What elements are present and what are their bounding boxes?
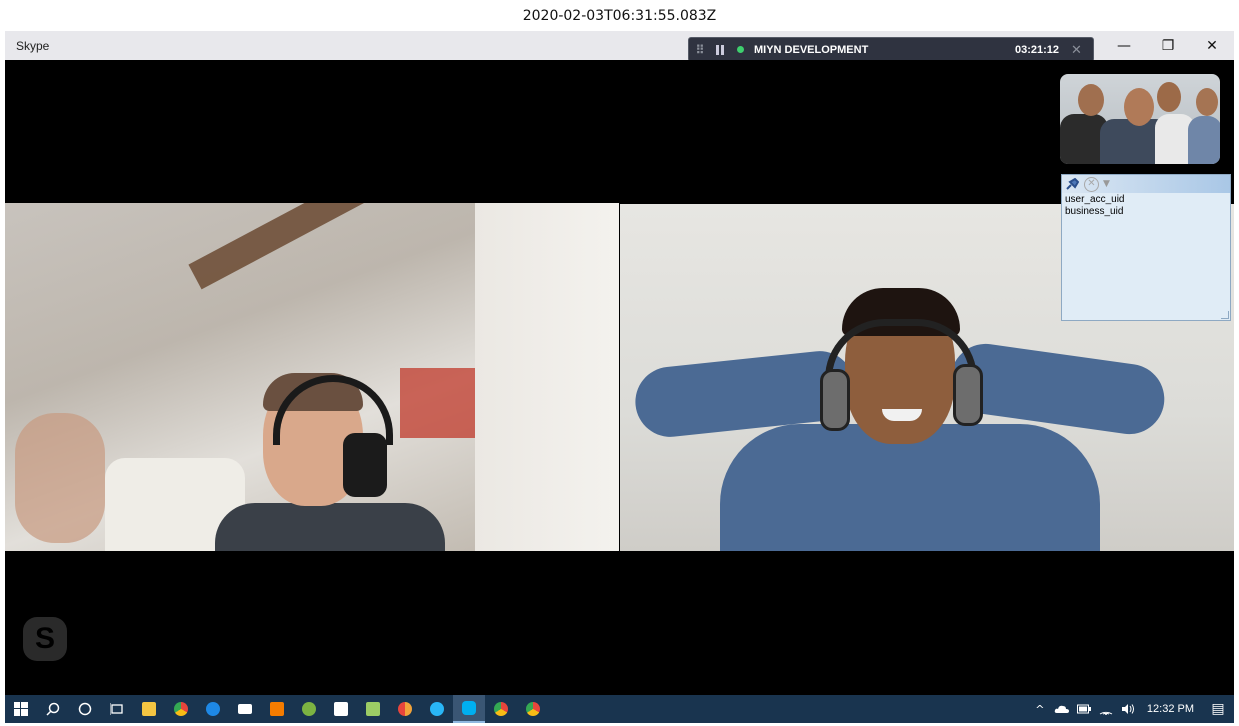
volume-icon[interactable] (1117, 695, 1139, 723)
folder-icon (142, 702, 156, 716)
chevron-down-icon[interactable]: ▼ (1103, 179, 1110, 189)
search-button[interactable] (37, 695, 69, 723)
note-line: business_uid (1065, 206, 1124, 217)
shopping-bag-icon (334, 702, 348, 716)
video-background-curtain (475, 203, 619, 551)
chrome-canary-icon (398, 702, 412, 716)
wifi-icon[interactable] (1095, 695, 1117, 723)
xampp-icon[interactable] (261, 695, 293, 723)
notepad-logo-icon (366, 702, 380, 716)
chrome-logo-icon (526, 702, 540, 716)
call-duration: 03:21:12 (1014, 43, 1059, 56)
cortana-button[interactable] (69, 695, 101, 723)
edge-icon[interactable] (197, 695, 229, 723)
skype-taskbar-icon[interactable] (453, 695, 485, 723)
participant-hand (15, 413, 105, 543)
call-name: MIYN DEVELOPMENT (754, 43, 869, 56)
store-icon[interactable] (325, 695, 357, 723)
video-background-painting (400, 368, 480, 438)
sticky-note-panel[interactable]: ✕ ▼ user_acc_uid business_uid (1061, 174, 1231, 321)
pause-button[interactable] (709, 44, 731, 55)
headset-earcup (343, 433, 387, 497)
utility-icon[interactable] (293, 695, 325, 723)
drag-grip-icon[interactable]: ⠿ (689, 43, 709, 57)
self-view-face-4 (1196, 88, 1218, 116)
pin-icon[interactable] (1064, 177, 1080, 191)
envelope-icon (238, 704, 252, 714)
minimize-button[interactable]: — (1102, 31, 1146, 60)
video-background-beam (188, 203, 502, 290)
start-button[interactable] (5, 695, 37, 723)
self-view-face-3 (1157, 82, 1181, 112)
skype-icon (462, 701, 476, 715)
skype-logo-icon: S (23, 617, 67, 661)
xampp-logo-icon (270, 702, 284, 716)
participant-video-left[interactable] (5, 203, 619, 551)
chrome-profile-icon[interactable] (485, 695, 517, 723)
close-icon[interactable]: ✕ (1084, 176, 1099, 192)
sticky-note-header[interactable]: ✕ ▼ (1062, 175, 1230, 193)
chrome-profile2-icon[interactable] (517, 695, 549, 723)
taskbar-clock[interactable]: 12:32 PM (1139, 703, 1202, 715)
leaf-icon (302, 702, 316, 716)
edge-logo-icon (206, 702, 220, 716)
participant-body (215, 503, 445, 551)
participant-smile (882, 409, 922, 421)
notifications-icon[interactable]: ▤ (1202, 695, 1234, 723)
sticky-note-text[interactable]: user_acc_uid business_uid (1062, 193, 1230, 219)
call-stage: ✕ ▼ user_acc_uid business_uid S (5, 60, 1234, 695)
mail-icon[interactable] (229, 695, 261, 723)
globe-icon (430, 702, 444, 716)
file-explorer-icon[interactable] (133, 695, 165, 723)
notepad-icon[interactable] (357, 695, 389, 723)
call-status-dot (737, 46, 744, 53)
chrome-logo-icon (174, 702, 188, 716)
onedrive-cloud-icon[interactable] (1051, 695, 1073, 723)
note-line: user_acc_uid (1065, 194, 1125, 205)
windows-taskbar: ^ 12:32 PM ▤ (5, 695, 1234, 723)
skype-window: Skype — ❐ ✕ ⠿ MIYN DEVELOPMENT 03:21:12 … (5, 31, 1234, 695)
self-view-face-1 (1078, 84, 1104, 116)
close-button[interactable]: ✕ (1190, 31, 1234, 60)
headset-earcup-right (953, 364, 983, 426)
self-view-person-4 (1188, 116, 1220, 164)
self-view-video[interactable] (1060, 74, 1220, 164)
chrome-alt-icon[interactable] (389, 695, 421, 723)
browser-icon[interactable] (421, 695, 453, 723)
headset-earcup-left (820, 369, 850, 431)
screenshot-timestamp: 2020-02-03T06:31:55.083Z (522, 8, 717, 24)
battery-icon[interactable] (1073, 695, 1095, 723)
chrome-logo-icon (494, 702, 508, 716)
call-bar-close-icon[interactable]: ✕ (1071, 42, 1093, 58)
task-view-button[interactable] (101, 695, 133, 723)
self-view-face-2 (1124, 88, 1154, 126)
show-hidden-icons-chevron-icon[interactable]: ^ (1029, 695, 1051, 723)
resize-grip-icon[interactable] (1221, 311, 1229, 319)
chrome-icon[interactable] (165, 695, 197, 723)
system-tray: ^ 12:32 PM ▤ (1029, 695, 1234, 723)
restore-button[interactable]: ❐ (1146, 31, 1190, 60)
call-control-bar[interactable]: ⠿ MIYN DEVELOPMENT 03:21:12 ✕ (688, 37, 1094, 62)
app-title: Skype (16, 39, 50, 53)
